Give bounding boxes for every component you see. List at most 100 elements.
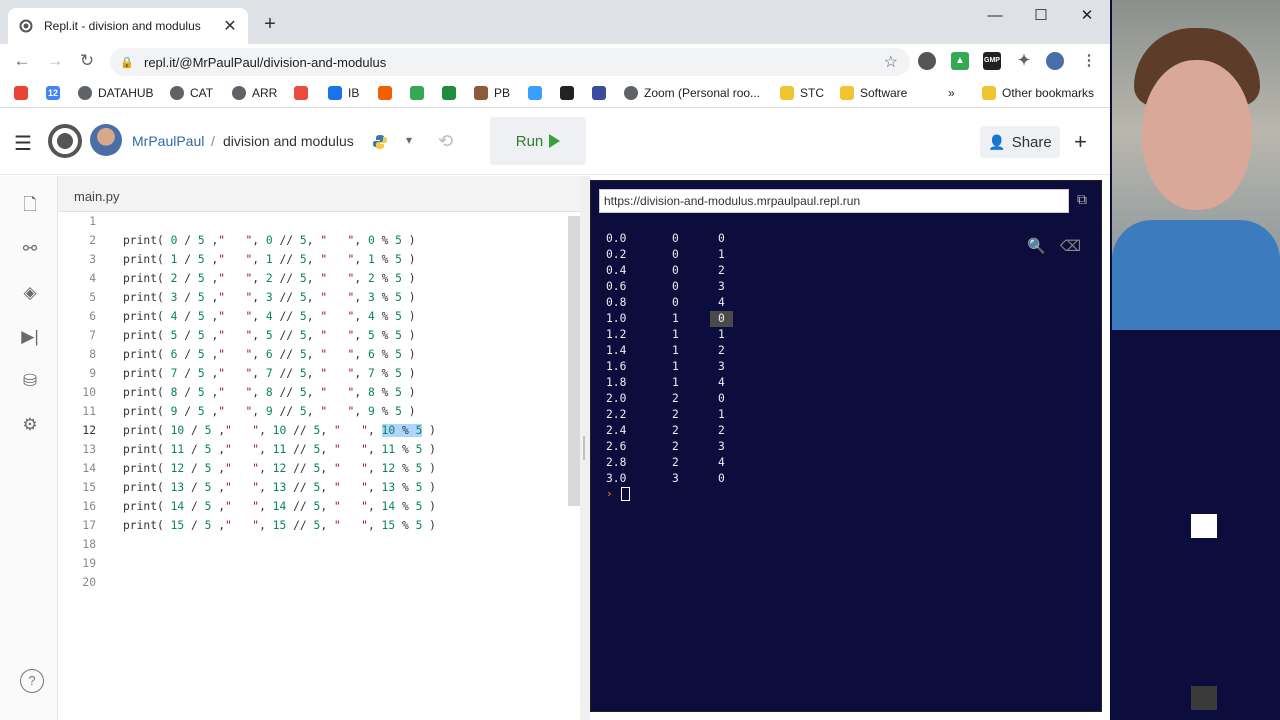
menu-kebab-icon[interactable]: ⋮ [1080,52,1098,70]
maximize-button[interactable]: ☐ [1018,4,1064,28]
console-cell: 2.2 [606,408,627,421]
drive-extension-icon[interactable]: ▲ [951,52,969,70]
close-tab-icon[interactable]: ✕ [222,16,238,36]
history-icon[interactable]: ⟲ [438,131,453,152]
editor-scrollbar[interactable] [568,216,580,506]
code-line[interactable]: 3 print( 1 / 5 ," ", 1 // 5, " ", 1 % 5 ) [58,250,568,269]
database-icon[interactable]: ⛁ [19,370,41,392]
folder-icon [840,86,854,100]
code-line[interactable]: 13 print( 11 / 5 ," ", 11 // 5, " ", 11 %… [58,440,568,459]
code-line[interactable]: 17 print( 15 / 5 ," ", 15 // 5, " ", 15 %… [58,516,568,535]
console-cursor[interactable] [621,487,630,501]
clear-console-icon[interactable]: ⌫ [1060,238,1081,255]
forward-button[interactable]: → [43,49,67,73]
console-cell: 0.0 [606,232,627,245]
share-button[interactable]: 👤 Share [980,126,1060,158]
code-line[interactable]: 7 print( 5 / 5 ," ", 5 // 5, " ", 5 % 5 ) [58,326,568,345]
extension-bulb-icon[interactable] [918,52,936,70]
bookmark-label: Software [860,86,908,100]
menu-hamburger-icon[interactable]: ☰ [14,131,32,156]
share-nodes-icon[interactable]: ⚯ [19,238,41,260]
bookmark-star-icon[interactable]: ☆ [884,52,898,72]
bookmark-item[interactable] [378,84,398,102]
console-pane[interactable]: https://division-and-modulus.mrpaulpaul.… [590,180,1102,712]
files-icon[interactable]: 🗋 [19,194,41,216]
code-line[interactable]: 20 [58,573,568,592]
profile-avatar[interactable] [1046,52,1064,70]
console-cell: 0 [718,232,725,245]
bookmark-item[interactable]: Zoom (Personal roo... [624,84,760,102]
code-line[interactable]: 12 print( 10 / 5 ," ", 10 // 5, " ", 10 %… [58,421,568,440]
bookmark-item[interactable]: Software [840,84,907,102]
bookmark-item[interactable] [442,84,462,102]
divider-grip[interactable] [583,436,585,460]
code-line[interactable]: 16 print( 14 / 5 ," ", 14 // 5, " ", 14 %… [58,497,568,516]
bookmark-item[interactable]: IB [328,84,359,102]
address-bar[interactable]: 🔒 repl.it/@MrPaulPaul/division-and-modul… [110,48,910,76]
search-icon[interactable]: 🔍 [1027,238,1046,255]
bookmark-item[interactable] [528,84,548,102]
console-cell: 3 [718,360,725,373]
bookmark-item[interactable]: ARR [232,84,277,102]
bookmark-item[interactable] [592,84,612,102]
ib-icon [328,86,342,100]
add-button[interactable]: + [1074,129,1087,155]
bookmark-item[interactable] [14,84,34,102]
gmp-extension-icon[interactable]: GMP [983,52,1001,70]
code-line[interactable]: 10 print( 8 / 5 ," ", 8 // 5, " ", 8 % 5 … [58,383,568,402]
code-line[interactable]: 14 print( 12 / 5 ," ", 12 // 5, " ", 12 %… [58,459,568,478]
project-name[interactable]: division and modulus [223,133,354,149]
calendar-square-icon [592,86,606,100]
debugger-icon[interactable]: ▶| [19,326,41,348]
run-button[interactable]: Run [490,117,586,165]
bookmark-item[interactable]: DATAHUB [78,84,154,102]
chevron-down-icon[interactable]: ▾ [406,133,412,147]
bookmark-item[interactable]: 12 [46,84,66,102]
folder-icon [982,86,996,100]
open-external-icon[interactable]: ⧉ [1077,191,1087,208]
bookmark-item[interactable] [410,84,430,102]
console-cell: 1 [672,328,679,341]
code-line[interactable]: 18 [58,535,568,554]
code-line[interactable]: 8 print( 6 / 5 ," ", 6 // 5, " ", 6 % 5 ) [58,345,568,364]
close-window-button[interactable]: ✕ [1064,4,1110,28]
minimize-button[interactable]: — [972,4,1018,28]
other-bookmarks[interactable]: Other bookmarks [982,84,1094,102]
gmail-icon [14,86,28,100]
replit-logo[interactable] [48,124,82,158]
code-area[interactable]: 1 2 print( 0 / 5 ," ", 0 // 5, " ", 0 % 5 … [58,212,568,720]
console-cell: 0 [672,296,679,309]
help-icon[interactable]: ? [20,669,44,693]
code-line[interactable]: 15 print( 13 / 5 ," ", 13 // 5, " ", 13 %… [58,478,568,497]
reload-button[interactable]: ↻ [75,49,99,73]
back-button[interactable]: ← [10,49,34,73]
username-link[interactable]: MrPaulPaul [132,133,204,149]
bookmark-item[interactable]: CAT [170,84,213,102]
folder-icon [780,86,794,100]
code-line[interactable]: 11 print( 9 / 5 ," ", 9 // 5, " ", 9 % 5 … [58,402,568,421]
code-line[interactable]: 4 print( 2 / 5 ," ", 2 // 5, " ", 2 % 5 ) [58,269,568,288]
console-cell: 0.4 [606,264,627,277]
code-editor[interactable]: main.py 1 2 print( 0 / 5 ," ", 0 // 5, " "… [58,176,580,720]
code-line[interactable]: 6 print( 4 / 5 ," ", 4 // 5, " ", 4 % 5 ) [58,307,568,326]
code-line[interactable]: 5 print( 3 / 5 ," ", 3 // 5, " ", 3 % 5 ) [58,288,568,307]
more-bookmarks-chevron-icon[interactable]: » [948,84,955,102]
bookmark-item[interactable] [294,84,314,102]
bookmark-item[interactable] [560,84,580,102]
bookmark-item[interactable]: STC [780,84,824,102]
new-tab-button[interactable]: + [258,12,282,36]
pane-divider[interactable] [580,176,590,720]
repl-url-bar[interactable]: https://division-and-modulus.mrpaulpaul.… [599,189,1069,213]
code-line[interactable]: 9 print( 7 / 5 ," ", 7 // 5, " ", 7 % 5 ) [58,364,568,383]
code-line[interactable]: 2 print( 0 / 5 ," ", 0 // 5, " ", 0 % 5 ) [58,231,568,250]
code-line[interactable]: 19 [58,554,568,573]
code-line[interactable]: 1 [58,212,568,231]
browser-tab[interactable]: Repl.it - division and modulus ✕ [8,8,248,44]
settings-gear-icon[interactable]: ⚙ [19,414,41,436]
bookmark-item[interactable]: PB [474,84,510,102]
file-tab-main[interactable]: main.py [74,189,120,204]
code-text: print( 4 / 5 ," ", 4 // 5, " ", 4 % 5 ) [123,310,416,323]
extensions-puzzle-icon[interactable]: ✦ [1015,52,1033,70]
packages-cube-icon[interactable]: ◈ [19,282,41,304]
user-avatar[interactable] [90,124,122,156]
